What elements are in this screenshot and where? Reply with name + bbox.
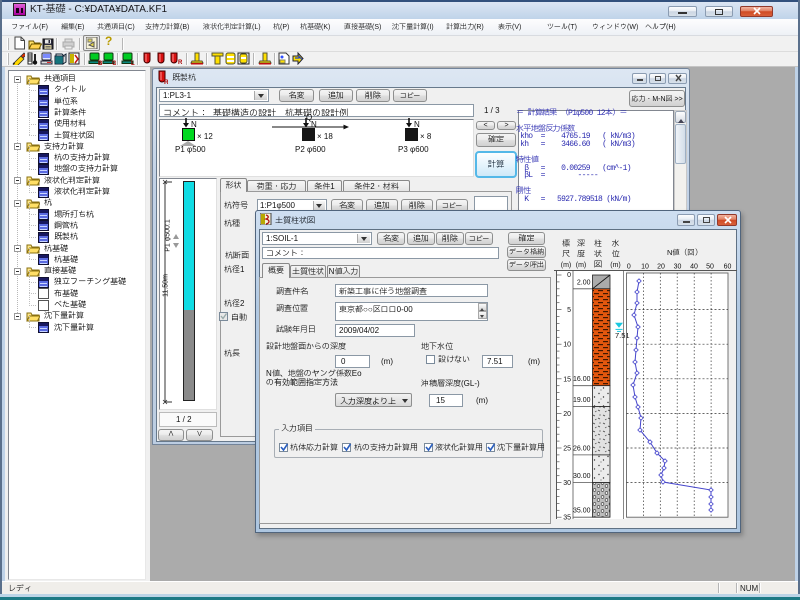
svg-text:35: 35 [563, 515, 571, 522]
svg-text:N値（回）: N値（回） [667, 248, 702, 257]
svg-text:R: R [178, 60, 183, 65]
svg-text:10: 10 [641, 264, 649, 271]
svg-text:度: 度 [577, 250, 585, 259]
svg-text:標: 標 [561, 239, 570, 248]
svg-text:0: 0 [627, 264, 631, 271]
svg-text:35.00: 35.00 [573, 508, 591, 515]
svg-text:柱: 柱 [594, 239, 602, 248]
svg-text:R: R [164, 79, 168, 84]
svg-text:50: 50 [706, 264, 714, 271]
svg-text:N: N [311, 120, 317, 128]
svg-text:30.00: 30.00 [573, 473, 591, 480]
svg-text:0: 0 [567, 272, 571, 279]
svg-text:10: 10 [563, 342, 571, 349]
svg-text:19.00: 19.00 [573, 397, 591, 404]
svg-text:L: L [131, 61, 135, 65]
svg-text:(m): (m) [561, 262, 572, 269]
svg-text:(m): (m) [610, 262, 621, 269]
svg-text:深: 深 [577, 239, 585, 248]
svg-text:15: 15 [563, 376, 571, 383]
svg-text:N: N [191, 120, 197, 128]
svg-text:(m): (m) [576, 262, 587, 269]
svg-text:7.51: 7.51 [615, 331, 630, 340]
svg-text:N: N [414, 120, 420, 128]
svg-text:40: 40 [690, 264, 698, 271]
svg-text:5: 5 [567, 307, 571, 314]
svg-text:25: 25 [563, 446, 571, 453]
svg-text:60: 60 [724, 264, 732, 271]
svg-text:26.00: 26.00 [573, 445, 591, 452]
svg-text:図: 図 [594, 260, 602, 269]
svg-text:水: 水 [612, 239, 620, 248]
svg-text:尺: 尺 [562, 250, 570, 259]
svg-text:20: 20 [563, 411, 571, 418]
svg-text:30: 30 [563, 480, 571, 487]
svg-text:位: 位 [612, 249, 620, 259]
svg-text:状: 状 [594, 250, 602, 259]
svg-text:2.00: 2.00 [577, 279, 591, 286]
svg-text:30: 30 [674, 264, 682, 271]
svg-text:16.00: 16.00 [573, 376, 591, 383]
svg-text:G: G [112, 61, 116, 65]
svg-text:20: 20 [657, 264, 665, 271]
